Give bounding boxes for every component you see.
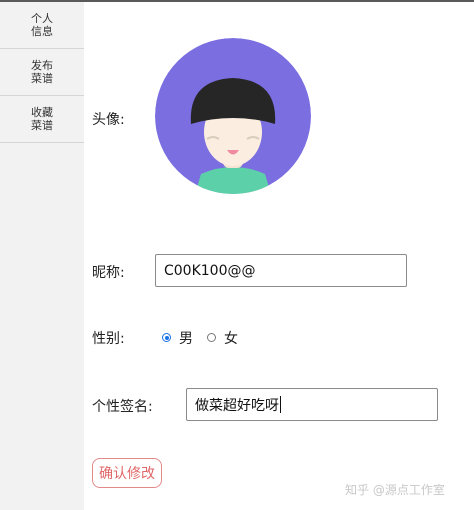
avatar[interactable] <box>155 38 311 194</box>
gender-label: 性别: <box>92 331 125 347</box>
signature-value: 做菜超好吃呀 <box>195 397 279 414</box>
signature-label: 个性签名: <box>92 399 153 415</box>
gender-female-label[interactable]: 女 <box>224 328 238 348</box>
sidebar-item-publish-recipe[interactable]: 发布 菜谱 <box>0 49 84 96</box>
sidebar-item-personal-info[interactable]: 个人 信息 <box>0 2 84 49</box>
sidebar-item-label: 发布 <box>31 59 53 72</box>
sidebar-item-label: 收藏 <box>31 106 53 119</box>
sidebar-item-label: 信息 <box>31 25 53 38</box>
gender-male-label[interactable]: 男 <box>179 328 193 348</box>
sidebar-item-label: 菜谱 <box>31 119 53 132</box>
avatar-label: 头像: <box>92 112 125 128</box>
sidebar-item-label: 个人 <box>31 12 53 25</box>
signature-input[interactable]: 做菜超好吃呀 <box>186 388 438 421</box>
sidebar-item-favorite-recipes[interactable]: 收藏 菜谱 <box>0 96 84 143</box>
confirm-edit-button[interactable]: 确认修改 <box>92 458 162 488</box>
nickname-value: C00K100@@ <box>164 262 256 279</box>
gender-male-radio[interactable] <box>162 333 171 342</box>
sidebar-item-label: 菜谱 <box>31 72 53 85</box>
watermark: 知乎 @源点工作室 <box>345 483 445 497</box>
text-caret <box>280 396 281 413</box>
sidebar: 个人 信息 发布 菜谱 收藏 菜谱 <box>0 2 84 510</box>
nickname-input[interactable]: C00K100@@ <box>155 254 407 287</box>
nickname-label: 昵称: <box>92 265 125 281</box>
gender-female-radio[interactable] <box>207 333 216 342</box>
